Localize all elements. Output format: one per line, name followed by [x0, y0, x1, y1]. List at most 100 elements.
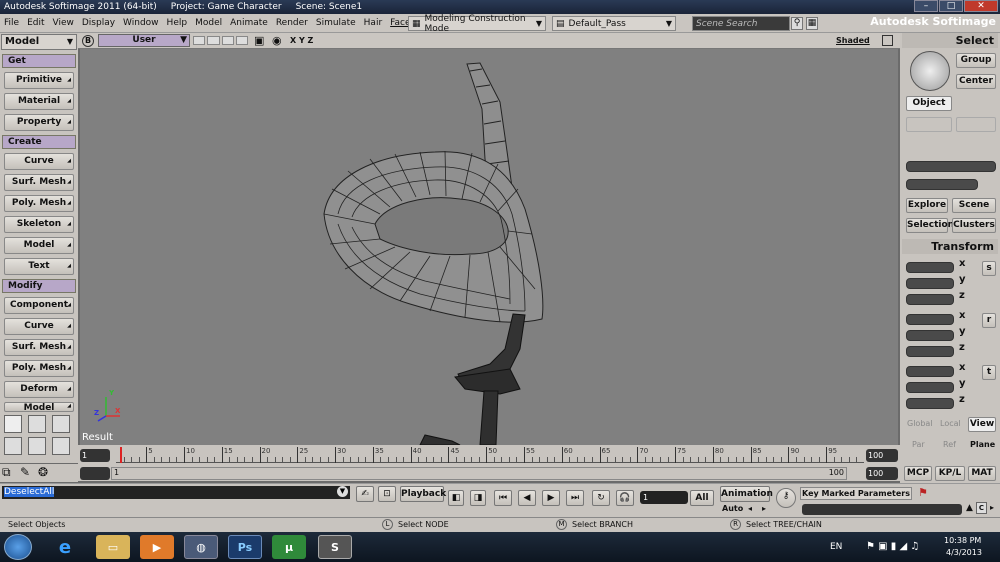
softimage-icon[interactable]: S: [318, 535, 352, 559]
text-button[interactable]: Text: [4, 258, 74, 275]
rotate-x-field[interactable]: [906, 314, 954, 325]
select-slot-1[interactable]: [906, 117, 952, 132]
scale-button[interactable]: s: [982, 261, 996, 276]
menu-hair[interactable]: Hair: [360, 18, 386, 28]
last-key-button[interactable]: ◨: [470, 490, 486, 506]
menu-render[interactable]: Render: [272, 18, 312, 28]
property-button[interactable]: Property: [4, 114, 74, 131]
open-icon[interactable]: ▸: [990, 503, 994, 512]
current-frame-field[interactable]: 1: [640, 491, 688, 504]
firefox-icon[interactable]: ◍: [184, 535, 218, 559]
rewind-button[interactable]: ⏮: [494, 490, 512, 506]
global-option[interactable]: Global: [907, 419, 933, 428]
filter-field[interactable]: [906, 179, 978, 190]
translate-x-field[interactable]: [906, 366, 954, 377]
toolbar-mode-select[interactable]: Model ▼: [1, 34, 77, 50]
create-surf-mesh-button[interactable]: Surf. Mesh: [4, 174, 74, 191]
step-back-button[interactable]: ◀: [518, 490, 536, 506]
camera-icon[interactable]: ▣: [254, 34, 264, 47]
viewport[interactable]: Y X Z Result: [80, 49, 898, 445]
camera-select[interactable]: User ▼: [98, 34, 190, 47]
animation-menu-button[interactable]: Animation: [720, 486, 773, 502]
shading-mode[interactable]: Shaded: [836, 36, 870, 45]
clock-date[interactable]: 4/3/2013: [946, 548, 982, 557]
clusters-button[interactable]: Clusters: [952, 218, 996, 233]
deform-button[interactable]: Deform: [4, 381, 74, 398]
range-start-field[interactable]: [80, 467, 110, 480]
range-end-field[interactable]: 100: [866, 467, 898, 480]
component-button[interactable]: Component: [4, 297, 74, 314]
translate-z-field[interactable]: [906, 398, 954, 409]
key-icon[interactable]: ⚷: [776, 488, 796, 508]
script-command-field[interactable]: DeselectAll ▼: [2, 486, 350, 499]
explore-button[interactable]: Explore: [906, 198, 948, 213]
close-button[interactable]: ✕: [964, 0, 998, 12]
script-editor-icon[interactable]: ✍: [356, 486, 374, 502]
selection-field[interactable]: [906, 161, 996, 172]
loop-icon[interactable]: ↻: [592, 490, 610, 506]
playback-menu-button[interactable]: Playback: [400, 486, 446, 502]
menu-display[interactable]: Display: [78, 18, 119, 28]
rotate-y-field[interactable]: [906, 330, 954, 341]
group-button[interactable]: Group: [956, 53, 996, 68]
layout-four-icon[interactable]: [4, 437, 22, 455]
timeline-start-field[interactable]: 1: [80, 449, 110, 462]
menu-animate[interactable]: Animate: [226, 18, 272, 28]
photoshop-icon[interactable]: Ps: [228, 535, 262, 559]
menu-simulate[interactable]: Simulate: [312, 18, 360, 28]
scale-z-field[interactable]: [906, 294, 954, 305]
first-frame-button[interactable]: ◧: [448, 490, 464, 506]
forward-button[interactable]: ⏭: [566, 490, 584, 506]
utorrent-icon[interactable]: µ: [272, 535, 306, 559]
select-arrow-icon[interactable]: [910, 51, 950, 91]
local-option[interactable]: Local: [940, 419, 961, 428]
render-tool-icon[interactable]: ❂: [38, 465, 48, 479]
file-explorer-icon[interactable]: ▭: [96, 535, 130, 559]
rotate-button[interactable]: r: [982, 313, 996, 328]
lock-icon[interactable]: ⊡: [378, 486, 396, 502]
menu-help[interactable]: Help: [163, 18, 192, 28]
brush-tool-icon[interactable]: ✎: [20, 465, 30, 479]
select-slot-2[interactable]: [956, 117, 996, 132]
timeline-ruler[interactable]: 5 10 15 20 25 30 35 40 45 50 55 60 65 70 75 80 85 90 95: [116, 447, 864, 463]
primitive-button[interactable]: Primitive: [4, 72, 74, 89]
create-curve-button[interactable]: Curve: [4, 153, 74, 170]
eye-icon[interactable]: ◉: [272, 34, 282, 47]
scene-button[interactable]: Scene: [952, 198, 996, 213]
clock-time[interactable]: 10:38 PM: [944, 536, 981, 545]
object-button[interactable]: Object: [906, 96, 952, 111]
create-model-button[interactable]: Model: [4, 237, 74, 254]
internet-explorer-icon[interactable]: e: [48, 535, 82, 559]
kpl-tab[interactable]: KP/L: [935, 466, 965, 481]
mcp-tab[interactable]: MCP: [904, 466, 932, 481]
range-slider[interactable]: 1 100: [111, 467, 847, 480]
layout-vertical-icon[interactable]: [28, 437, 46, 455]
prev-key-icon[interactable]: ◂: [748, 504, 752, 513]
layout-quad-icon[interactable]: [52, 415, 70, 433]
start-button-icon[interactable]: [4, 534, 32, 560]
marker-icon[interactable]: ⚑: [918, 486, 928, 499]
scene-search-input[interactable]: Scene Search: [692, 16, 790, 31]
key-marked-params-button[interactable]: Key Marked Parameters: [800, 487, 912, 500]
selection-button[interactable]: Selection: [906, 218, 954, 233]
viewport-b-icon[interactable]: B: [82, 35, 94, 47]
search-icon[interactable]: ⚲: [791, 17, 803, 30]
menu-edit[interactable]: Edit: [23, 18, 48, 28]
play-button[interactable]: ▶: [542, 490, 560, 506]
menu-view[interactable]: View: [49, 18, 78, 28]
pass-select[interactable]: ▤ Default_Pass ▼: [552, 16, 676, 31]
timeline-end-field[interactable]: 100: [866, 449, 898, 462]
scale-y-field[interactable]: [906, 278, 954, 289]
plane-option[interactable]: Plane: [970, 440, 995, 449]
axes-label[interactable]: X Y Z: [290, 36, 313, 45]
translate-y-field[interactable]: [906, 382, 954, 393]
par-option[interactable]: Par: [912, 440, 925, 449]
language-indicator[interactable]: EN: [830, 542, 842, 552]
skeleton-button[interactable]: Skeleton: [4, 216, 74, 233]
lock-params-icon[interactable]: ▲: [966, 503, 973, 513]
auto-key-label[interactable]: Auto: [722, 504, 743, 513]
mat-tab[interactable]: MAT: [968, 466, 996, 481]
transform-tool-icon[interactable]: ⧉: [2, 465, 11, 480]
history-dropdown-icon[interactable]: ▼: [337, 486, 348, 497]
media-player-icon[interactable]: ▶: [140, 535, 174, 559]
